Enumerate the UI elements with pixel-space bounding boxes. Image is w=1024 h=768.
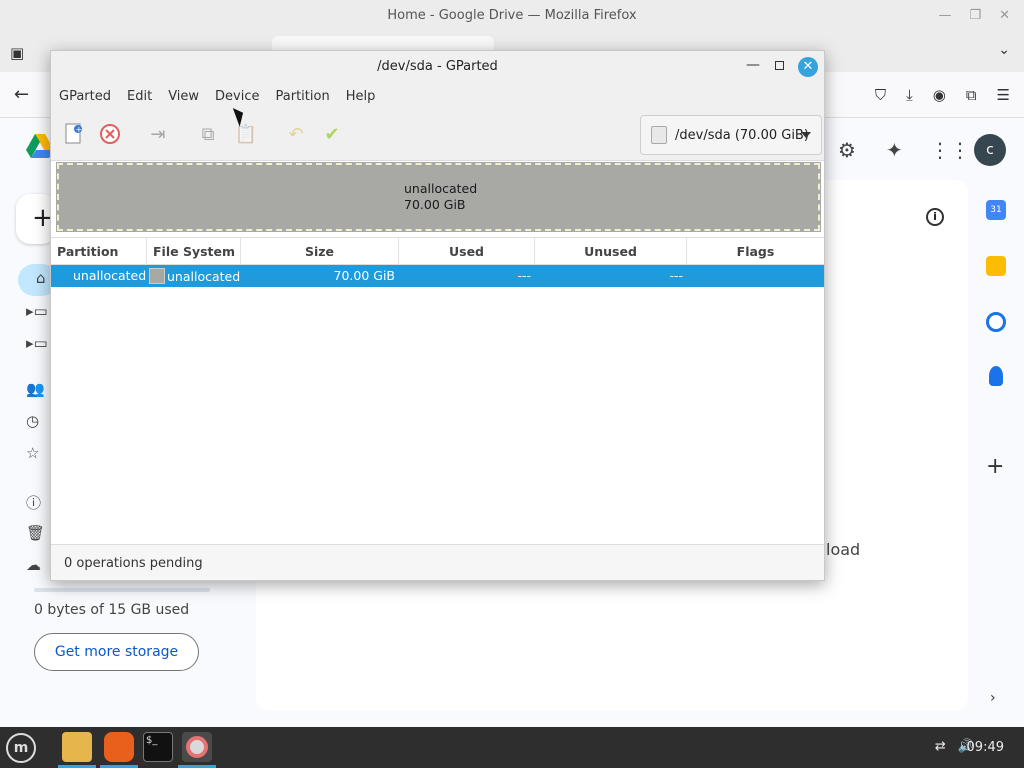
column-header-partition[interactable]: Partition — [51, 238, 147, 264]
my-drive-icon[interactable]: ▸▭ — [26, 302, 48, 320]
gemini-icon[interactable]: ✦ — [886, 138, 903, 162]
minimize-icon[interactable]: — — [938, 8, 951, 23]
disk-visual-label: unallocated 70.00 GiB — [404, 181, 477, 213]
gparted-title: /dev/sda - GParted — [377, 59, 498, 74]
apply-icon[interactable]: ✔ — [321, 123, 343, 145]
menubar: GParted Edit View Device Partition Help — [51, 83, 824, 111]
toolbar: + ⇥ ⧉ 📋 ↶ ✔ /dev/sda (70.00 GiB) — [51, 111, 824, 161]
minimize-icon[interactable]: — — [746, 57, 760, 73]
contacts-icon[interactable] — [989, 366, 1003, 386]
cell-flags — [687, 265, 824, 287]
mint-menu-icon[interactable]: m — [6, 733, 36, 763]
menu-view[interactable]: View — [162, 83, 205, 111]
disk-icon — [651, 126, 667, 144]
cell-partition: unallocated — [73, 268, 147, 283]
computers-icon[interactable]: ▸▭ — [26, 334, 48, 352]
avatar[interactable]: c — [974, 134, 1006, 166]
close-icon[interactable]: ✕ — [798, 57, 818, 77]
firefox-titlebar: Home - Google Drive — Mozilla Firefox — … — [0, 0, 1024, 34]
shared-icon[interactable]: 👥 — [26, 380, 45, 398]
storage-icon[interactable]: ☁ — [26, 556, 41, 574]
disk-visual-partition[interactable]: unallocated 70.00 GiB — [56, 162, 821, 232]
table-row[interactable]: unallocated unallocated 70.00 GiB --- --… — [51, 265, 824, 287]
firefox-window-title: Home - Google Drive — Mozilla Firefox — [387, 8, 637, 23]
cell-filesystem: unallocated — [147, 265, 241, 287]
terminal-icon[interactable]: $_ — [143, 732, 173, 762]
cell-size: 70.00 GiB — [333, 268, 396, 283]
taskbar: m $_ ⇄ 🔊 09:49 — [0, 727, 1024, 768]
gparted-window: /dev/sda - GParted — ✕ GParted Edit View… — [50, 50, 825, 581]
close-icon[interactable]: ✕ — [999, 8, 1010, 23]
svg-text:+: + — [76, 125, 83, 134]
firefox-window-controls: — ❐ ✕ — [938, 8, 1010, 23]
firefox-view-icon[interactable]: ▣ — [10, 44, 24, 62]
menu-partition[interactable]: Partition — [270, 83, 336, 111]
cell-used: --- — [517, 268, 531, 283]
disk-visual-partition-name: unallocated — [404, 181, 478, 196]
device-selector-label: /dev/sda (70.00 GiB) — [675, 128, 809, 143]
account-icon[interactable]: ◉ — [933, 86, 946, 104]
storage-text: 0 bytes of 15 GB used — [34, 602, 190, 618]
column-header-used[interactable]: Used — [399, 238, 535, 264]
settings-icon[interactable]: ⚙ — [838, 138, 856, 162]
pocket-icon[interactable]: ⛉ — [875, 86, 886, 104]
firefox-icon[interactable] — [104, 732, 134, 762]
device-selector[interactable]: /dev/sda (70.00 GiB) — [640, 115, 822, 155]
maximize-icon[interactable]: ❐ — [969, 8, 981, 23]
chevron-down-icon — [801, 132, 811, 138]
firefox-toolbar-icons: ⛉ ⤓ ◉ ⧉ ☰ — [875, 86, 1010, 104]
downloads-icon[interactable]: ⤓ — [906, 86, 913, 104]
menu-edit[interactable]: Edit — [121, 83, 158, 111]
tasks-icon[interactable] — [986, 312, 1006, 332]
extensions-icon[interactable]: ⧉ — [966, 86, 977, 104]
files-icon[interactable] — [62, 732, 92, 762]
upload-text: load — [826, 540, 861, 559]
column-header-flags[interactable]: Flags — [687, 238, 824, 264]
network-icon[interactable]: ⇄ — [935, 739, 946, 754]
add-app-icon[interactable]: + — [986, 454, 1004, 479]
info-icon[interactable]: i — [926, 208, 944, 226]
gparted-titlebar[interactable]: /dev/sda - GParted — ✕ — [51, 51, 824, 83]
statusbar: 0 operations pending — [51, 544, 824, 580]
list-all-tabs-icon[interactable]: ⌄ — [998, 42, 1010, 58]
back-icon[interactable]: ← — [14, 84, 29, 105]
new-partition-icon[interactable]: + — [63, 123, 85, 145]
cell-unused: --- — [669, 268, 683, 283]
copy-icon[interactable]: ⧉ — [197, 123, 219, 145]
paste-icon[interactable]: 📋 — [235, 123, 257, 145]
chevron-right-icon[interactable]: › — [990, 690, 996, 706]
get-more-storage-button[interactable]: Get more storage — [34, 633, 199, 671]
column-header-unused[interactable]: Unused — [535, 238, 687, 264]
menu-gparted[interactable]: GParted — [53, 83, 117, 111]
cell-filesystem-label: unallocated — [167, 269, 241, 284]
menu-icon[interactable]: ☰ — [997, 86, 1010, 104]
table-header: Partition File System Size Used Unused F… — [51, 237, 824, 265]
menu-help[interactable]: Help — [340, 83, 382, 111]
keep-icon[interactable] — [986, 256, 1006, 276]
operations-pending: 0 operations pending — [64, 556, 203, 571]
partition-table: Partition File System Size Used Unused F… — [51, 237, 824, 287]
clock[interactable]: 09:49 — [967, 740, 1004, 755]
column-header-filesystem[interactable]: File System — [147, 238, 241, 264]
resize-move-icon[interactable]: ⇥ — [147, 123, 169, 145]
gparted-icon[interactable] — [182, 732, 212, 762]
maximize-icon[interactable] — [775, 61, 784, 70]
trash-icon[interactable]: 🗑 — [26, 524, 45, 542]
undo-icon[interactable]: ↶ — [285, 123, 307, 145]
filesystem-color-swatch — [149, 268, 165, 284]
spam-icon[interactable]: ⓘ — [26, 492, 41, 513]
starred-icon[interactable]: ☆ — [26, 444, 39, 462]
storage-bar — [34, 588, 210, 592]
recent-icon[interactable]: ◷ — [26, 412, 39, 430]
disk-visual-partition-size: 70.00 GiB — [404, 197, 466, 212]
calendar-icon[interactable]: 31 — [986, 200, 1006, 220]
column-header-size[interactable]: Size — [241, 238, 399, 264]
delete-partition-icon[interactable] — [99, 123, 121, 145]
